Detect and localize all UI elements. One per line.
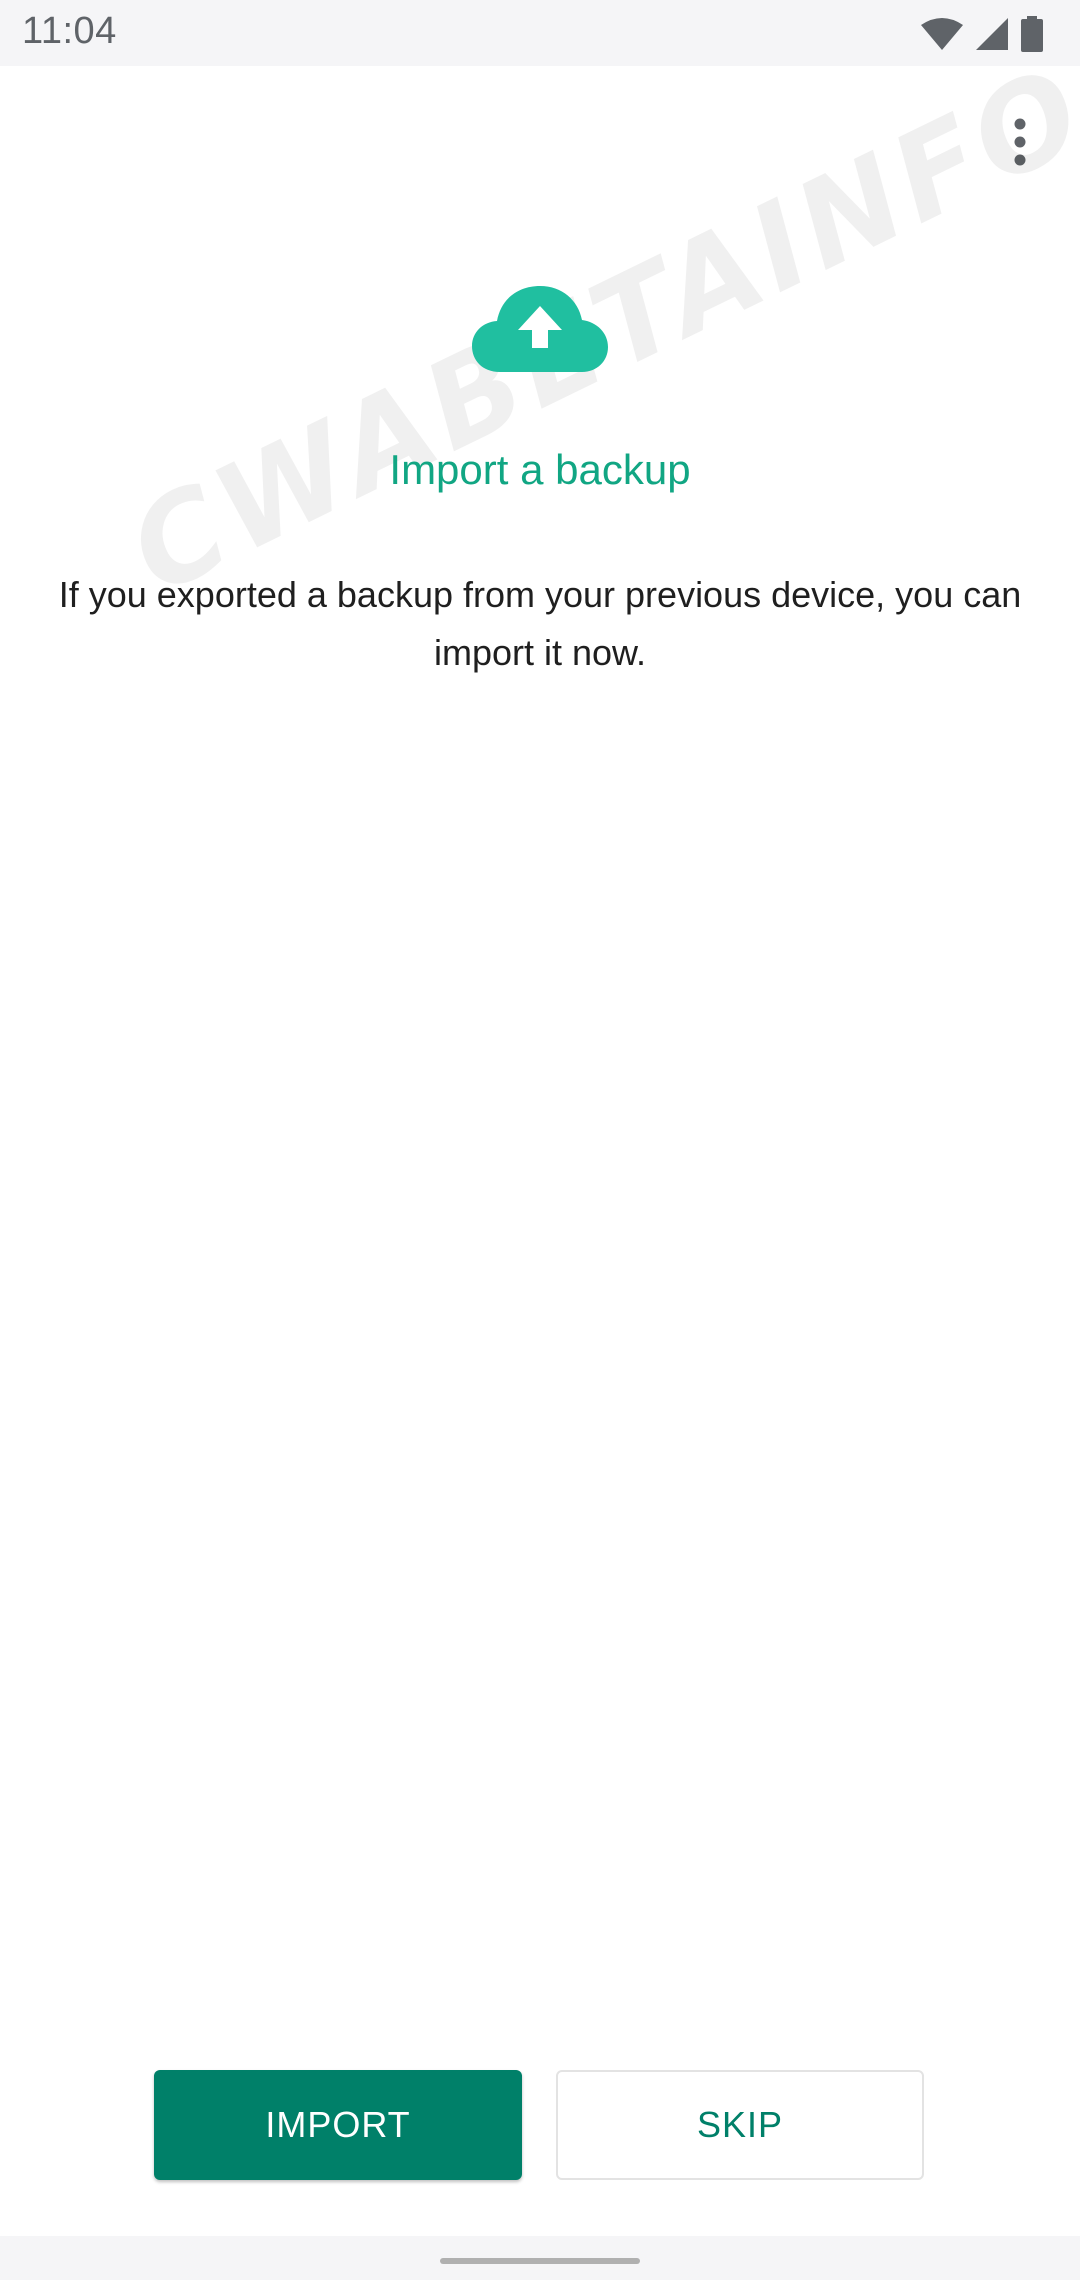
cloud-upload-icon: [470, 280, 610, 376]
navigation-bar: [0, 2236, 1080, 2280]
wifi-icon: [920, 17, 964, 51]
status-icons: [920, 14, 1044, 54]
import-backup-screen: 11:04 CWABETAINFO Import a backup If you…: [0, 0, 1080, 2280]
status-bar: 11:04: [0, 0, 1080, 66]
battery-icon: [1020, 16, 1044, 52]
skip-button[interactable]: SKIP: [556, 2070, 924, 2180]
more-options-button[interactable]: [988, 112, 1052, 176]
status-time: 11:04: [22, 10, 117, 52]
import-button[interactable]: IMPORT: [154, 2070, 522, 2180]
more-vert-icon: [1013, 118, 1027, 171]
page-title: Import a backup: [389, 446, 691, 493]
home-gesture-handle[interactable]: [440, 2258, 640, 2264]
description-text: If you exported a backup from your previ…: [58, 574, 1022, 673]
signal-icon: [974, 16, 1010, 52]
